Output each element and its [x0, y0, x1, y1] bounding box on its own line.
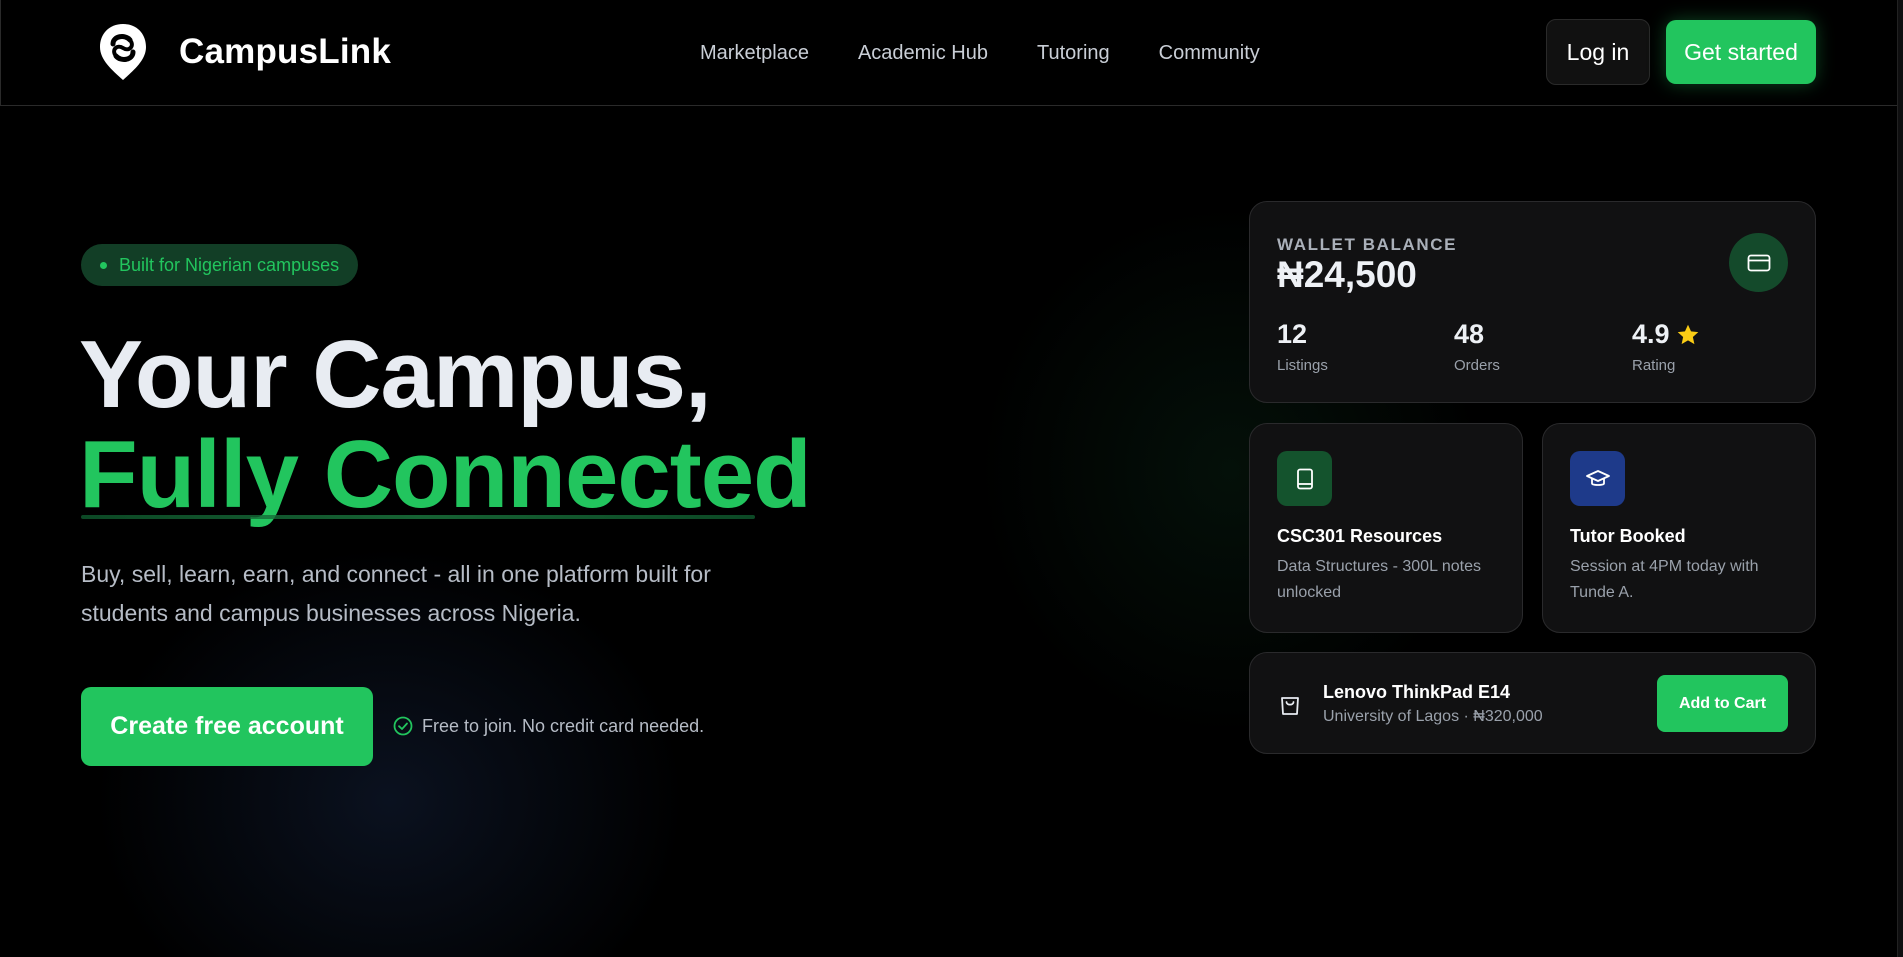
product-meta: University of Lagos · ₦320,000: [1323, 708, 1543, 725]
get-started-button[interactable]: Get started: [1666, 20, 1816, 84]
stat-rating: 4.9 Rating: [1632, 319, 1701, 374]
feature-desc: Data Structures - 300L notes unlocked: [1277, 558, 1481, 601]
stat-label: Rating: [1632, 357, 1676, 374]
star-icon: [1677, 324, 1698, 344]
stat-label: Listings: [1277, 357, 1328, 374]
product-name: Lenovo ThinkPad E14: [1323, 682, 1511, 702]
add-to-cart-button[interactable]: Add to Cart: [1657, 675, 1788, 732]
tutor-card[interactable]: Tutor Booked Session at 4PM today with T…: [1542, 423, 1816, 633]
stat-value: 12: [1277, 319, 1308, 349]
feature-icon-box: [1277, 451, 1332, 506]
hero-title-line1: Your Campus,: [79, 321, 712, 428]
campus-badge: Built for Nigerian campuses: [81, 244, 359, 286]
login-button[interactable]: Log in: [1546, 19, 1650, 85]
nav-academic-hub[interactable]: Academic Hub: [858, 42, 988, 65]
hero-title-underline: [81, 515, 755, 519]
main-nav: Marketplace Academic Hub Tutoring Commun…: [700, 42, 1309, 65]
check-circle-icon: [393, 716, 413, 736]
rating-value: 4.9: [1632, 319, 1670, 349]
stat-label: Orders: [1454, 357, 1500, 374]
stat-listings: 12 Listings: [1277, 319, 1328, 374]
hero-subtitle: Buy, sell, learn, earn, and connect - al…: [81, 561, 711, 626]
stat-orders: 48 Orders: [1454, 319, 1500, 374]
wallet-label: WALLET BALANCE: [1277, 235, 1458, 254]
page: CampusLink Marketplace Academic Hub Tuto…: [0, 0, 1903, 957]
campuslink-logo-icon: [100, 24, 146, 80]
stat-value: 48: [1454, 319, 1485, 349]
feature-icon-box: [1570, 451, 1625, 506]
create-account-button[interactable]: Create free account: [81, 687, 373, 766]
stat-value-row: 4.9: [1632, 319, 1701, 350]
nav-tutoring[interactable]: Tutoring: [1037, 42, 1110, 65]
top-navbar: CampusLink Marketplace Academic Hub Tuto…: [0, 0, 1897, 106]
nav-community[interactable]: Community: [1159, 42, 1260, 65]
badge-text: Built for Nigerian campuses: [119, 254, 340, 275]
wallet-amount: ₦24,500: [1277, 254, 1417, 295]
brand-name: CampusLink: [179, 32, 392, 71]
shopping-bag-icon: [1281, 697, 1299, 715]
feature-title: Tutor Booked: [1570, 526, 1686, 546]
resources-card[interactable]: CSC301 Resources Data Structures - 300L …: [1249, 423, 1523, 633]
book-icon: [1296, 468, 1313, 489]
feature-desc: Session at 4PM today with Tunde A.: [1570, 558, 1759, 601]
product-card: Lenovo ThinkPad E14 University of Lagos …: [1249, 652, 1816, 754]
brand[interactable]: CampusLink: [97, 22, 391, 82]
scrollbar[interactable]: [1897, 0, 1903, 957]
feature-title: CSC301 Resources: [1277, 526, 1443, 546]
graduation-cap-icon: [1585, 469, 1610, 486]
credit-card-icon: [1747, 254, 1770, 271]
badge-dot-icon: [100, 261, 107, 269]
cta-note-text: Free to join. No credit card needed.: [422, 715, 705, 736]
wallet-icon-button[interactable]: [1729, 233, 1788, 292]
nav-marketplace[interactable]: Marketplace: [700, 42, 809, 65]
hero-title-line2: Fully Connected: [79, 421, 812, 528]
cta-note: Free to join. No credit card needed.: [392, 715, 704, 737]
wallet-card: WALLET BALANCE ₦24,500 12 Listings 48 Or…: [1249, 201, 1816, 403]
